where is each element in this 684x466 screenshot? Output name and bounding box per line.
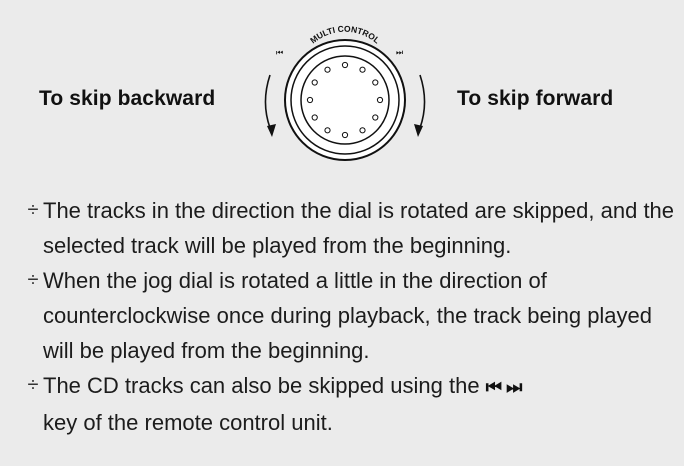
skip-keys-icon: ⏮ ⏭ [485, 377, 523, 398]
dial-hole [311, 79, 318, 86]
instruction-panel: To skip backward To skip forward MULTI C… [0, 0, 684, 466]
dial-hole [306, 96, 314, 104]
dial-hole [324, 66, 331, 73]
dial-hole [359, 127, 366, 134]
note-text-after: key of the remote control unit. [43, 410, 333, 435]
clockwise-arrow-icon [414, 74, 426, 137]
note-text-before: The CD tracks can also be skipped using … [43, 373, 480, 398]
multi-control-dial-illustration: MULTI CONTROL ⏮ ⏭ [264, 24, 426, 161]
note-item: ÷ The tracks in the direction the dial i… [26, 193, 676, 263]
dial-outer-ring [284, 39, 406, 161]
skip-backward-label: To skip backward [39, 87, 216, 110]
dial-hole [359, 66, 366, 73]
bullet-icon: ÷ [27, 374, 39, 396]
note-text: The tracks in the direction the dial is … [43, 198, 675, 258]
skip-forward-label: To skip forward [457, 87, 614, 110]
bullet-icon: ÷ [27, 269, 39, 291]
note-item: ÷ When the jog dial is rotated a little … [26, 263, 676, 368]
dial-hole [372, 79, 379, 86]
bullet-icon: ÷ [27, 199, 39, 221]
notes-list: ÷ The tracks in the direction the dial i… [26, 193, 676, 440]
skip-back-symbol-icon: ⏮ [276, 48, 283, 57]
skip-forward-symbol-icon: ⏭ [396, 48, 403, 57]
dial-hole [341, 131, 349, 139]
dial-hole [324, 127, 331, 134]
dial-hole [376, 96, 384, 104]
dial-hole [341, 61, 349, 69]
note-text: When the jog dial is rotated a little in… [43, 268, 653, 363]
dial-hole [372, 114, 379, 121]
note-item: ÷ The CD tracks can also be skipped usin… [26, 368, 676, 440]
dial-hole [311, 114, 318, 121]
counterclockwise-arrow-icon [264, 74, 276, 137]
